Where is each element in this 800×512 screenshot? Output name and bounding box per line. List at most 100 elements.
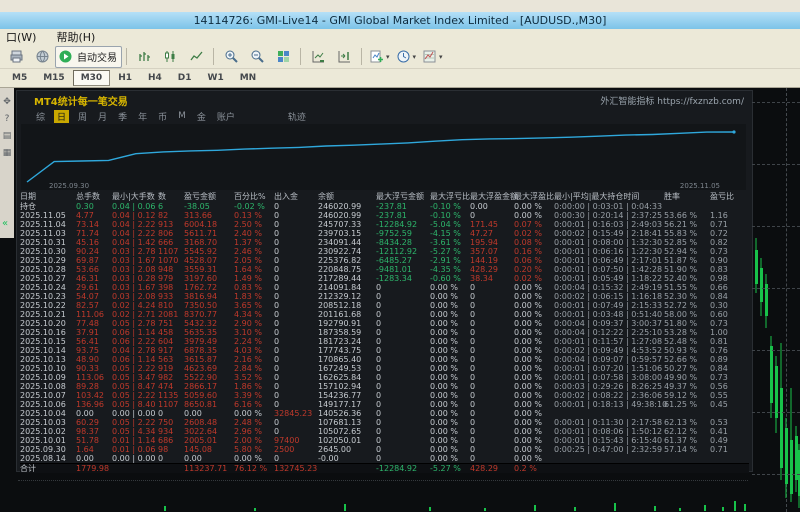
dde-button[interactable] [29,46,55,68]
panel-tab-M[interactable]: M [176,111,188,121]
chart-shift-button[interactable] [331,46,357,68]
bar-chart-button[interactable] [131,46,157,68]
timeframe-button-d1[interactable]: D1 [170,70,200,86]
timeframe-button-h4[interactable]: H4 [140,70,170,86]
grid-icon[interactable]: ▦ [3,149,12,158]
tile-windows-button[interactable] [270,46,296,68]
table-row[interactable]: 2025.11.0371.740.04 | 2.228065611.712.40… [20,229,749,238]
table-row[interactable]: 2025.10.1348.900.06 | 1.145633615.872.16… [20,355,749,364]
cell-pnl: 3615.87 [184,355,234,364]
cell-deposit: 0 [274,292,318,301]
timeframe-button-w1[interactable]: W1 [200,70,232,86]
table-header-row: 日期总手数最小|大手数数盈亏金额百分比%出入金余额最大浮亏金额最大浮亏比最大浮盈… [20,192,749,202]
cell-pnl: 5059.60 [184,391,234,400]
cell-pnl: 5522.90 [184,373,234,382]
cell-lots: 0.30 [76,202,112,211]
bar-chart-icon [137,49,152,64]
panel-tab-金[interactable]: 金 [195,110,208,123]
table-row[interactable]: 合计1779.98113237.7176.12 %132745.23-12284… [20,463,749,473]
grid-hline [752,350,800,351]
window-titlebar[interactable]: 14114726: GMI-Live14 - GMI Global Market… [0,12,800,29]
help-icon[interactable]: ? [5,115,10,124]
panel-tab-周[interactable]: 周 [76,110,89,123]
cell-deposit: 132745.23 [274,464,318,473]
table-row[interactable]: 2025.10.1090.330.05 | 2.229194623.692.84… [20,364,749,373]
timeframe-button-h1[interactable]: H1 [110,70,140,86]
table-row[interactable]: 持仓0.300.04 | 0.066-38.05-0.02 %0246020.9… [20,202,749,211]
cell-trades: 933 [158,292,184,301]
table-row[interactable]: 2025.10.3090.240.03 | 2.7811075545.922.4… [20,247,749,256]
panel-tab-综[interactable]: 综 [34,110,47,123]
timeframe-button-mn[interactable]: MN [232,70,265,86]
cell-date: 持仓 [20,202,76,211]
panel-tab-账户[interactable]: 账户 [215,110,237,123]
zoom-out-button[interactable] [244,46,270,68]
new-chart-button[interactable]: ▾ [366,46,393,68]
table-row[interactable]: 2025.10.2077.480.05 | 2.787515432.322.90… [20,319,749,328]
panel-tab-日[interactable]: 日 [54,110,69,123]
menu-item[interactable]: 口(W) [6,29,36,45]
move-icon[interactable]: ✥ [3,98,11,107]
auto-scroll-button[interactable] [305,46,331,68]
panel-tab-年[interactable]: 年 [136,110,149,123]
cell-pnl: 8650.81 [184,400,234,409]
table-row[interactable]: 2025.10.07103.420.05 | 2.2211355059.603.… [20,391,749,400]
table-row[interactable]: 2025.10.2853.660.03 | 2.089483559.311.64… [20,265,749,274]
cell-max-float-profit-pct: 0.2 % [514,464,554,473]
cell-max-float-profit-pct: 0.00 % [514,292,554,301]
cell-max-drawdown: 0 [376,382,430,391]
window-icon[interactable]: ▤ [3,132,12,141]
cell-deposit: 0 [274,238,318,247]
left-toolbar: ✥ ? ▤ ▦ [0,88,14,238]
table-row[interactable]: 2025.10.1556.410.06 | 2.226043979.492.24… [20,337,749,346]
table-row[interactable]: 2025.10.0151.780.01 | 1.146862005.012.00… [20,436,749,445]
candlestick-chart-button[interactable] [157,46,183,68]
timeframe-button-m5[interactable]: M5 [4,70,35,86]
table-row[interactable]: 2025.10.040.000.00 | 0.0000.000.00 %3284… [20,409,749,418]
timeframe-button-m30[interactable]: M30 [73,70,110,86]
table-row[interactable]: 2025.10.21111.060.02 | 2.7120818370.774.… [20,310,749,319]
panel-tab-轨迹[interactable]: 轨迹 [286,110,308,123]
timeframe-button-m15[interactable]: M15 [35,70,72,86]
indicators-button[interactable]: ▾ [419,46,446,68]
table-row[interactable]: 2025.10.1637.910.06 | 1.144585635.353.10… [20,328,749,337]
table-row[interactable]: 2025.10.0360.290.05 | 2.227502608.482.48… [20,418,749,427]
table-row[interactable]: 2025.10.3145.160.04 | 1.426663168.701.37… [20,238,749,247]
table-row[interactable]: 2025.10.2354.070.03 | 2.089333816.941.83… [20,292,749,301]
table-row[interactable]: 2025.11.054.770.04 | 0.1282313.660.13 %0… [20,211,749,220]
table-row[interactable]: 2025.09.301.640.01 | 0.0698145.085.80 %2… [20,445,749,454]
zoom-in-button[interactable] [218,46,244,68]
period-button[interactable]: ▾ [393,46,420,68]
table-row[interactable]: 2025.10.06136.960.05 | 8.4011078650.816.… [20,400,749,409]
panel-tab-月[interactable]: 月 [96,110,109,123]
cell-pl-ratio: 0.41 [710,427,740,436]
table-row[interactable]: 2025.10.2969.870.03 | 1.6710704528.072.0… [20,256,749,265]
cell-balance: 192790.91 [318,319,376,328]
cell-max-float-profit: 0 [470,418,514,427]
column-header-percent: 百分比% [234,192,274,202]
table-row[interactable]: 2025.10.0889.280.05 | 8.474742866.171.86… [20,382,749,391]
print-button[interactable] [3,46,29,68]
autotrade-button[interactable]: 自动交易 [55,46,122,68]
table-row[interactable]: 2025.10.2282.570.02 | 4.248107350.503.65… [20,301,749,310]
table-row[interactable]: 2025.10.09113.060.05 | 3.479825522.903.5… [20,373,749,382]
collapse-arrow-icon[interactable]: « [2,218,8,229]
panel-tab-季[interactable]: 季 [116,110,129,123]
cell-hold-time: 0:00:01 | 0:15:43 | 6:15:40 [554,436,664,445]
table-row[interactable]: 2025.10.2429.610.03 | 1.673981762.720.83… [20,283,749,292]
table-row[interactable]: 2025.11.0473.140.04 | 2.229136004.182.50… [20,220,749,229]
menu-item[interactable]: 帮助(H) [56,29,95,45]
cell-balance: 149177.17 [318,400,376,409]
cell-pl-ratio: 0.72 [710,229,740,238]
cell-hold-time: 0:00:01 | 0:03:48 | 0:51:40 [554,310,664,319]
table-row[interactable]: 2025.10.2746.310.03 | 0.289793197.601.49… [20,274,749,283]
panel-tab-币[interactable]: 币 [156,110,169,123]
cell-percent: 0.00 % [234,454,274,463]
table-row[interactable]: 2025.08.140.000.00 | 0.0000.000.00 %0-0.… [20,454,749,463]
table-row[interactable]: 2025.10.1493.750.04 | 2.789176878.354.03… [20,346,749,355]
cell-percent: 2.90 % [234,319,274,328]
grid-hline [752,412,800,413]
table-row[interactable]: 2025.10.0298.370.05 | 4.349343022.642.96… [20,427,749,436]
column-header-hold-time: 最小|平均|最大持仓时间 [554,192,664,202]
line-chart-button[interactable] [183,46,209,68]
